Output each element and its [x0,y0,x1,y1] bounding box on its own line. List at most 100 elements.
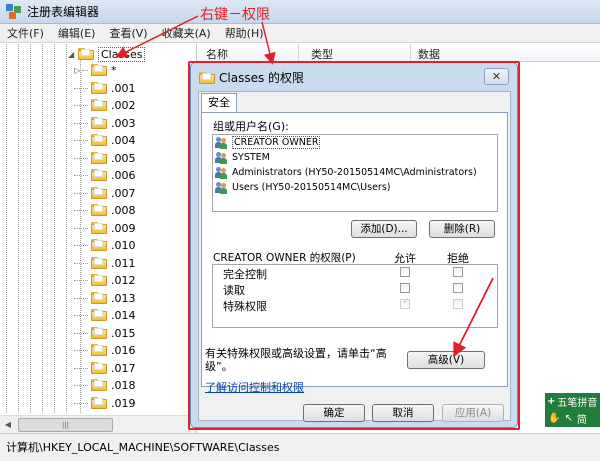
tree-item[interactable]: .018 [74,376,136,394]
apply-button[interactable]: 应用(A) [442,404,504,422]
user-row[interactable]: Users (HY50-20150514MC\Users) [213,180,497,195]
tree-item-label: .009 [111,221,136,235]
tree-item[interactable]: .001 [74,79,136,97]
menu-edit[interactable]: 编辑(E) [51,25,103,41]
permission-name: 完全控制 [223,268,267,281]
close-button[interactable]: ✕ [484,68,509,85]
user-name: Users (HY50-20150514MC\Users) [232,182,391,193]
menu-bar: 文件(F) 编辑(E) 查看(V) 收藏夹(A) 帮助(H) [0,24,600,43]
tree-item-label: .011 [111,256,136,270]
user-row[interactable]: SYSTEM [213,150,497,165]
special-permission-note: 有关特殊权限或高级设置，请单击“高级”。 [205,347,387,373]
annotation-label: 右键－权限 [200,7,270,23]
tree-item[interactable]: .004 [74,131,136,149]
ok-button[interactable]: 确定 [303,404,365,422]
tree-item-label: .003 [111,116,136,130]
title-bar: 注册表编辑器 [0,0,600,24]
permissions-list[interactable]: 完全控制 读取 特殊权限 [212,264,498,328]
folder-icon [91,169,107,181]
advanced-button[interactable]: 高级(V) [407,351,485,369]
tree-item[interactable]: .014 [74,306,136,324]
allow-checkbox[interactable] [400,283,410,293]
tree-item-label: * [111,63,117,77]
tree-item-label: .016 [111,343,136,357]
folder-icon [91,274,107,286]
ime-hand-icon[interactable]: ✋ [548,413,560,424]
folder-icon [91,204,107,216]
dialog-title-bar: Classes 的权限 [199,69,304,86]
tree-item-label: .015 [111,326,136,340]
menu-help[interactable]: 帮助(H) [218,25,271,41]
tree-item[interactable]: .005 [74,149,136,167]
permission-row: 完全控制 [213,265,497,281]
deny-checkbox [453,299,463,309]
tree-item[interactable]: .003 [74,114,136,132]
tree-item[interactable]: .006 [74,166,136,184]
tree-item-label: .007 [111,186,136,200]
ime-punct-icon[interactable]: ↖ [564,413,572,424]
ime-simplified-icon[interactable]: 简 [577,411,587,426]
tree-item[interactable]: .009 [74,219,136,237]
tree-item[interactable]: .019 [74,394,136,412]
cancel-button[interactable]: 取消 [372,404,434,422]
user-row[interactable]: Administrators (HY50-20150514MC\Administ… [213,165,497,180]
add-button[interactable]: 添加(D)... [351,220,417,238]
column-type[interactable]: 类型 [311,46,333,62]
expand-triangle-icon[interactable]: ▷ [74,66,82,75]
menu-favorites[interactable]: 收藏夹(A) [155,25,218,41]
tree-item[interactable]: .007 [74,184,136,202]
deny-checkbox[interactable] [453,283,463,293]
tab-security[interactable]: 安全 [201,93,237,113]
learn-access-control-link[interactable]: 了解访问控制和权限 [205,379,304,395]
folder-icon [91,222,107,234]
registry-tree[interactable]: ◢ Classes ▷ * .001 .002 .003 .004 .005 .0… [0,44,197,433]
permission-row: 特殊权限 [213,297,497,313]
regedit-icon [6,3,22,20]
folder-icon [91,117,107,129]
permissions-for-label: CREATOR OWNER 的权限(P) [213,252,356,264]
permission-row: 读取 [213,281,497,297]
tree-item[interactable]: .010 [74,236,136,254]
tree-item[interactable]: .017 [74,359,136,377]
user-row[interactable]: CREATOR OWNER [213,135,497,150]
ime-toolbar[interactable]: + 五笔拼音 ✋ ↖ 简 [545,393,600,427]
allow-checkbox[interactable] [400,267,410,277]
tree-item[interactable]: .016 [74,341,136,359]
horizontal-scrollbar[interactable]: ◀ ||| [0,415,196,433]
folder-icon [199,71,215,84]
menu-file[interactable]: 文件(F) [0,25,51,41]
user-group-icon [215,151,229,164]
allow-checkbox [400,297,410,309]
tree-item[interactable]: .011 [74,254,136,272]
tree-item[interactable]: .002 [74,96,136,114]
tree-item-label: Classes [98,46,146,62]
remove-button[interactable]: 删除(R) [429,220,495,238]
tree-item[interactable]: .008 [74,201,136,219]
scroll-left-icon[interactable]: ◀ [0,420,16,429]
window-title: 注册表编辑器 [27,5,100,19]
tree-item[interactable]: .012 [74,271,136,289]
user-group-icon [215,166,229,179]
column-data[interactable]: 数据 [418,46,440,62]
tree-item[interactable]: .013 [74,289,136,307]
folder-icon [91,379,107,391]
folder-icon [91,327,107,339]
tree-item-label: .010 [111,238,136,252]
user-list[interactable]: CREATOR OWNER SYSTEM Administrators (HY5… [212,134,498,212]
deny-checkbox[interactable] [453,267,463,277]
scroll-thumb[interactable]: ||| [18,417,113,432]
folder-icon [91,309,107,321]
menu-view[interactable]: 查看(V) [102,25,154,41]
tree-item[interactable]: .015 [74,324,136,342]
dialog-title: Classes 的权限 [219,71,305,85]
folder-icon [91,292,107,304]
tree-item-label: .019 [111,396,136,410]
column-name[interactable]: 名称 [206,46,228,62]
status-bar: 计算机\HKEY_LOCAL_MACHINE\SOFTWARE\Classes [0,433,600,461]
folder-icon [91,134,107,146]
tree-item-label: .005 [111,151,136,165]
tree-item[interactable]: ▷ * [74,61,117,79]
tree-item-label: .013 [111,291,136,305]
user-name: Administrators (HY50-20150514MC\Administ… [232,167,477,178]
collapse-triangle-icon[interactable]: ◢ [68,50,78,59]
